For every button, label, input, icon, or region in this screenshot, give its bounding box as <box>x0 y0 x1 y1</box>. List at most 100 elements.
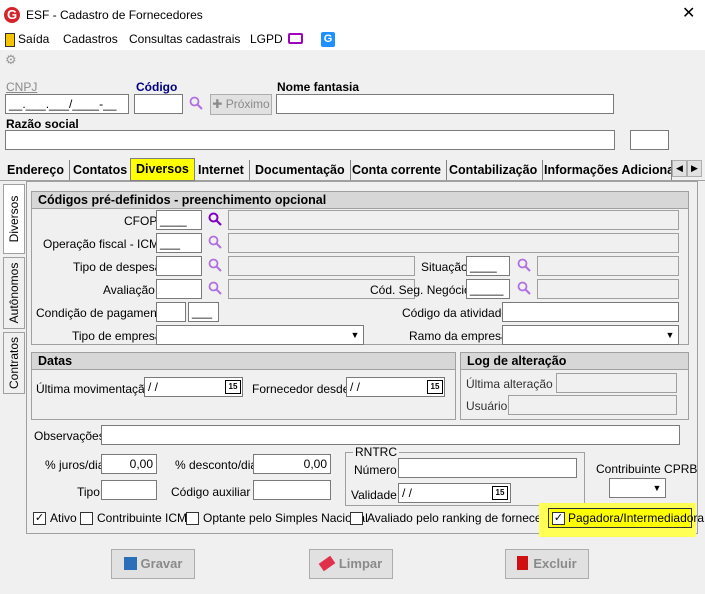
pagadora-checkbox[interactable]: ✓ <box>552 512 565 525</box>
search-avaliacao-icon[interactable] <box>208 281 222 295</box>
menu-item-lgpd[interactable]: LGPD <box>250 32 283 46</box>
codigo-auxiliar-input[interactable] <box>253 480 331 500</box>
contribuinte-icms-label: Contribuinte ICMS <box>97 511 196 525</box>
cod-seg-negocio-input[interactable]: _____ <box>466 279 510 299</box>
ultima-movimentacao-calendar-icon[interactable]: 15 <box>225 380 241 394</box>
ativo-checkbox[interactable]: ✓ <box>33 512 46 525</box>
razao-social-label: Razão social <box>6 117 79 131</box>
limpar-button[interactable]: Limpar <box>309 549 393 579</box>
razao-social-extra-input[interactable] <box>630 130 669 150</box>
desconto-input[interactable]: 0,00 <box>253 454 331 474</box>
cnpj-input[interactable]: __.___.___/____-__ <box>5 94 129 114</box>
codigo-auxiliar-label: Código auxiliar 1 <box>171 485 261 499</box>
tipo-despesa-input[interactable] <box>156 256 202 276</box>
validade-calendar-icon[interactable]: 15 <box>492 486 508 500</box>
operacao-fiscal-label: Operação fiscal - ICMS <box>43 237 168 251</box>
limpar-label: Limpar <box>338 556 383 571</box>
tab-conta-corrente[interactable]: Conta corrente <box>347 160 447 180</box>
menu-item-consultas[interactable]: Consultas cadastrais <box>129 32 240 46</box>
tab-contatos[interactable]: Contatos <box>68 160 134 180</box>
search-operacao-icon[interactable] <box>208 235 222 249</box>
tipo-input[interactable] <box>101 480 157 500</box>
usuario-value <box>508 395 677 415</box>
situacao-label: Situação <box>421 260 468 274</box>
codigo-atividade-label: Código da atividade <box>402 306 509 320</box>
ultima-alteracao-label: Última alteração <box>466 377 553 391</box>
tab-internet[interactable]: Internet <box>193 160 250 180</box>
codigo-label: Código <box>136 80 178 94</box>
window-title: ESF - Cadastro de Fornecedores <box>26 8 203 22</box>
tipo-label: Tipo <box>77 485 100 499</box>
nome-fantasia-input[interactable] <box>276 94 614 114</box>
search-situacao-icon[interactable] <box>517 258 531 272</box>
tools-icon[interactable]: ⚙ <box>5 52 17 68</box>
close-icon[interactable]: ✕ <box>682 5 695 23</box>
tabs-scroll-left-icon[interactable]: ◀ <box>672 160 687 177</box>
side-tab-autonomos[interactable]: Autônomos <box>3 257 25 329</box>
trash-icon <box>517 556 529 570</box>
ranking-checkbox[interactable] <box>350 512 363 525</box>
cod-seg-negocio-description <box>537 279 679 299</box>
observacoes-label: Observações <box>34 429 105 443</box>
avaliacao-input[interactable] <box>156 279 202 299</box>
cfop-input[interactable]: ____ <box>156 210 202 230</box>
condicao-pagamento-input-2[interactable]: ___ <box>188 302 219 322</box>
tipo-despesa-label: Tipo de despesa <box>73 260 162 274</box>
monitor-icon[interactable] <box>288 33 303 44</box>
search-tipo-despesa-icon[interactable] <box>208 258 222 272</box>
razao-social-input[interactable] <box>5 130 615 150</box>
ramo-empresa-select[interactable] <box>502 325 679 345</box>
tipo-despesa-description <box>228 256 415 276</box>
tab-informacoes-adicionais[interactable]: Informações Adicionai <box>539 160 672 180</box>
side-tab-diversos[interactable]: Diversos <box>3 184 25 254</box>
tab-diversos[interactable]: Diversos <box>130 158 195 181</box>
operacao-fiscal-description <box>228 233 679 253</box>
tabs-scroll-right-icon[interactable]: ▶ <box>687 160 702 177</box>
proximo-button[interactable]: ✚ Próximo <box>210 94 272 115</box>
ramo-empresa-chevron-down-icon[interactable]: ▼ <box>664 327 676 343</box>
gravar-label: Gravar <box>140 556 183 571</box>
side-tab-contratos-label: Contratos <box>7 336 21 390</box>
tab-endereco[interactable]: Endereço <box>2 160 70 180</box>
tab-documentacao[interactable]: Documentação <box>250 160 351 180</box>
app-g-icon[interactable]: G <box>321 32 335 47</box>
rntrc-numero-input[interactable] <box>398 458 577 478</box>
juros-input[interactable]: 0,00 <box>101 454 157 474</box>
condicao-pagamento-input[interactable] <box>156 302 186 322</box>
situacao-description <box>537 256 679 276</box>
search-codigo-icon[interactable] <box>189 96 203 110</box>
tipo-empresa-chevron-down-icon[interactable]: ▼ <box>349 327 361 343</box>
operacao-fiscal-input[interactable]: ___ <box>156 233 202 253</box>
simples-nacional-label: Optante pelo Simples Nacional <box>203 511 368 525</box>
cod-seg-negocio-label: Cód. Seg. Negócio <box>370 283 471 297</box>
codigo-input[interactable] <box>134 94 183 114</box>
tipo-empresa-select[interactable] <box>156 325 364 345</box>
pagadora-label: Pagadora/Intermediadora <box>568 511 705 525</box>
contribuinte-cprb-chevron-down-icon[interactable]: ▼ <box>651 480 663 496</box>
search-cfop-icon[interactable] <box>208 212 222 226</box>
codigo-atividade-input[interactable] <box>502 302 679 322</box>
simples-nacional-checkbox[interactable] <box>186 512 199 525</box>
side-tab-diversos-label: Diversos <box>7 195 21 243</box>
exit-door-icon <box>5 33 15 47</box>
observacoes-input[interactable] <box>101 425 680 445</box>
search-cod-seg-icon[interactable] <box>517 281 531 295</box>
ultima-movimentacao-label: Última movimentação <box>36 382 152 396</box>
excluir-button[interactable]: Excluir <box>505 549 589 579</box>
rntrc-label: RNTRC <box>353 445 399 459</box>
desconto-label: % desconto/dia <box>175 458 258 472</box>
gravar-button[interactable]: Gravar <box>111 549 195 579</box>
tab-contabilizacao[interactable]: Contabilização <box>444 160 544 180</box>
situacao-input[interactable]: ____ <box>466 256 510 276</box>
menu-item-saida[interactable]: Saída <box>18 32 49 46</box>
validade-label: Validade <box>351 488 397 502</box>
juros-label: % juros/dia <box>45 458 105 472</box>
condicao-pagamento-label: Condição de pagamento <box>36 306 167 320</box>
cnpj-label: CNPJ <box>6 80 38 94</box>
contribuinte-icms-checkbox[interactable] <box>80 512 93 525</box>
ultima-alteracao-value <box>556 373 677 393</box>
menu-item-cadastros[interactable]: Cadastros <box>63 32 118 46</box>
side-tab-contratos[interactable]: Contratos <box>3 332 25 394</box>
app-logo-icon: G <box>4 7 20 23</box>
fornecedor-desde-calendar-icon[interactable]: 15 <box>427 380 443 394</box>
